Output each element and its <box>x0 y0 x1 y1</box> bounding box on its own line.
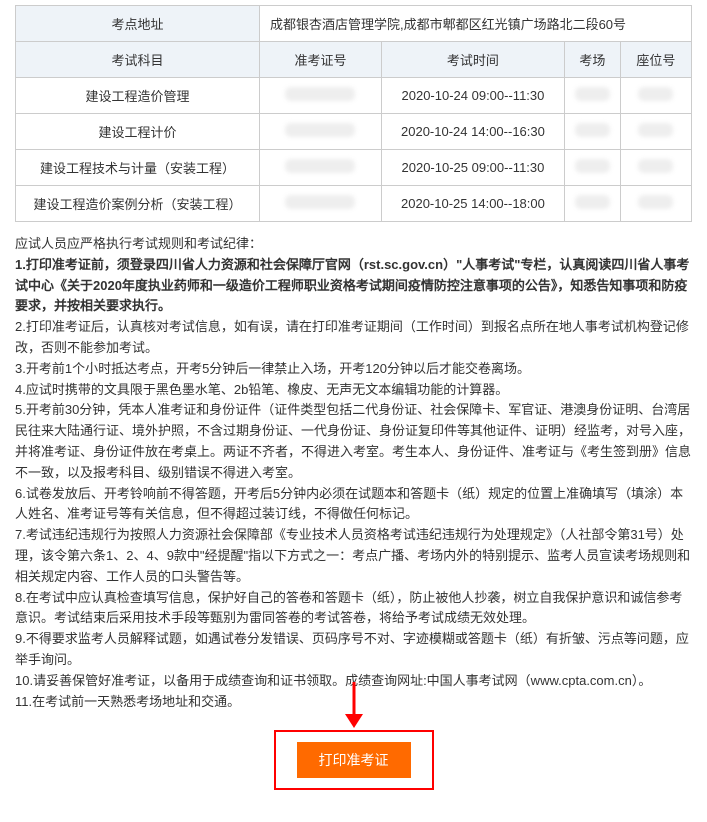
header-ticket: 准考证号 <box>259 42 381 78</box>
cell-ticket <box>259 186 381 222</box>
rule-3: 3.开考前1个小时抵达考点，开考5分钟后一律禁止入场，开考120分钟以后才能交卷… <box>15 359 692 380</box>
cell-time: 2020-10-24 09:00--11:30 <box>381 78 564 114</box>
header-seat: 座位号 <box>620 42 691 78</box>
cell-time: 2020-10-25 14:00--18:00 <box>381 186 564 222</box>
arrow-down-icon <box>339 680 369 730</box>
rule-9: 9.不得要求监考人员解释试题，如遇试卷分发错误、页码序号不对、字迹模糊或答题卡（… <box>15 629 692 671</box>
table-row: 建设工程造价案例分析（安装工程） 2020-10-25 14:00--18:00 <box>16 186 692 222</box>
header-time: 考试时间 <box>381 42 564 78</box>
rule-8: 8.在考试中应认真检查填写信息，保护好自己的答卷和答题卡（纸），防止被他人抄袭，… <box>15 588 692 630</box>
cell-ticket <box>259 78 381 114</box>
cell-subject: 建设工程造价案例分析（安装工程） <box>16 186 260 222</box>
address-label: 考点地址 <box>16 6 260 42</box>
rule-4: 4.应试时携带的文具限于黑色墨水笔、2b铅笔、橡皮、无声无文本编辑功能的计算器。 <box>15 380 692 401</box>
rule-1: 1.打印准考证前，须登录四川省人力资源和社会保障厅官网（rst.sc.gov.c… <box>15 255 692 317</box>
cell-subject: 建设工程计价 <box>16 114 260 150</box>
cell-time: 2020-10-25 09:00--11:30 <box>381 150 564 186</box>
address-value: 成都银杏酒店管理学院,成都市郫都区红光镇广场路北二段60号 <box>259 6 691 42</box>
cell-seat <box>620 78 691 114</box>
exam-info-table: 考点地址 成都银杏酒店管理学院,成都市郫都区红光镇广场路北二段60号 考试科目 … <box>15 5 692 222</box>
cell-subject: 建设工程造价管理 <box>16 78 260 114</box>
cell-time: 2020-10-24 14:00--16:30 <box>381 114 564 150</box>
cell-room <box>564 78 620 114</box>
cell-seat <box>620 186 691 222</box>
table-row: 建设工程计价 2020-10-24 14:00--16:30 <box>16 114 692 150</box>
print-highlight-box: 打印准考证 <box>274 730 434 790</box>
rules-block: 应试人员应严格执行考试规则和考试纪律： 1.打印准考证前，须登录四川省人力资源和… <box>15 234 692 712</box>
cell-ticket <box>259 114 381 150</box>
cell-seat <box>620 150 691 186</box>
cell-room <box>564 114 620 150</box>
cell-seat <box>620 114 691 150</box>
rule-5: 5.开考前30分钟，凭本人准考证和身份证件（证件类型包括二代身份证、社会保障卡、… <box>15 400 692 483</box>
header-room: 考场 <box>564 42 620 78</box>
cell-room <box>564 186 620 222</box>
rule-7: 7.考试违纪违规行为按照人力资源社会保障部《专业技术人员资格考试违纪违规行为处理… <box>15 525 692 587</box>
cell-ticket <box>259 150 381 186</box>
header-subject: 考试科目 <box>16 42 260 78</box>
table-row: 建设工程技术与计量（安装工程） 2020-10-25 09:00--11:30 <box>16 150 692 186</box>
table-row: 建设工程造价管理 2020-10-24 09:00--11:30 <box>16 78 692 114</box>
rule-6: 6.试卷发放后、开考铃响前不得答题，开考后5分钟内必须在试题本和答题卡（纸）规定… <box>15 484 692 526</box>
rule-2: 2.打印准考证后，认真核对考试信息，如有误，请在打印准考证期间（工作时间）到报名… <box>15 317 692 359</box>
cell-subject: 建设工程技术与计量（安装工程） <box>16 150 260 186</box>
rules-intro: 应试人员应严格执行考试规则和考试纪律： <box>15 234 692 255</box>
cell-room <box>564 150 620 186</box>
print-button[interactable]: 打印准考证 <box>297 742 411 778</box>
